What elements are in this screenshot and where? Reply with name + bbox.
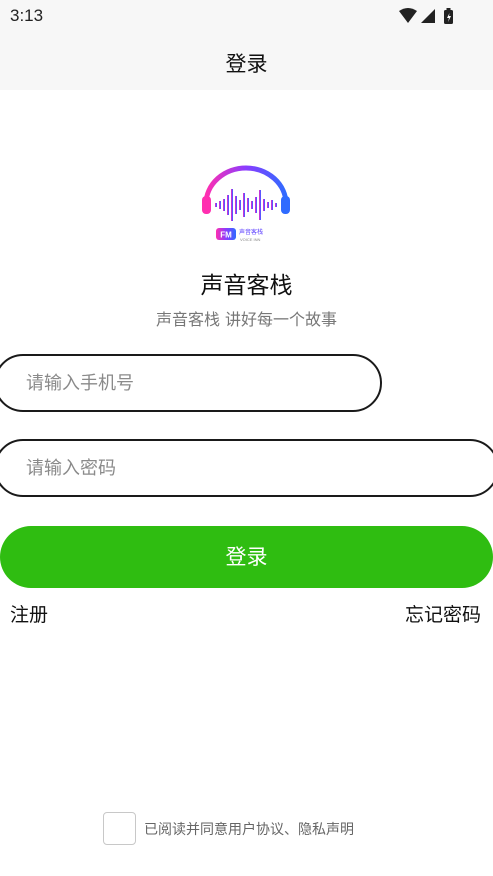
phone-input-container[interactable]	[0, 354, 382, 412]
agreement-row: 已阅读并同意用户协议、隐私声明	[103, 812, 403, 846]
battery-icon	[444, 8, 453, 24]
forgot-password-link[interactable]: 忘记密码	[405, 600, 481, 627]
status-icons	[399, 8, 453, 24]
status-bar: 3:13	[0, 0, 493, 34]
app-slogan: 声音客栈 讲好每一个故事	[155, 310, 338, 329]
status-time: 3:13	[10, 6, 44, 25]
phone-input[interactable]	[26, 356, 334, 410]
login-button[interactable]: 登录	[0, 526, 493, 588]
agreement-text[interactable]: 已阅读并同意用户协议、隐私声明	[144, 819, 354, 839]
wifi-icon	[399, 8, 417, 23]
app-name: 声音客栈	[200, 273, 293, 299]
page-title: 登录	[225, 52, 268, 76]
signal-icon	[421, 9, 435, 23]
password-input[interactable]	[26, 441, 427, 495]
login-screen: 3:13 登录 FM 声音客栈 VOICE INN 声音客栈 声音客栈 讲好每一…	[0, 0, 493, 876]
agreement-checkbox[interactable]	[103, 812, 136, 845]
headphones-icon	[202, 165, 290, 214]
svg-text:VOICE INN: VOICE INN	[240, 237, 261, 242]
register-link[interactable]: 注册	[10, 600, 48, 627]
svg-text:FM: FM	[220, 231, 232, 240]
svg-text:声音客栈: 声音客栈	[239, 228, 263, 236]
app-logo: FM 声音客栈 VOICE INN	[202, 165, 290, 242]
sound-wave-icon	[215, 189, 277, 221]
title-bar: 登录	[0, 34, 493, 90]
password-input-container[interactable]	[0, 439, 493, 497]
